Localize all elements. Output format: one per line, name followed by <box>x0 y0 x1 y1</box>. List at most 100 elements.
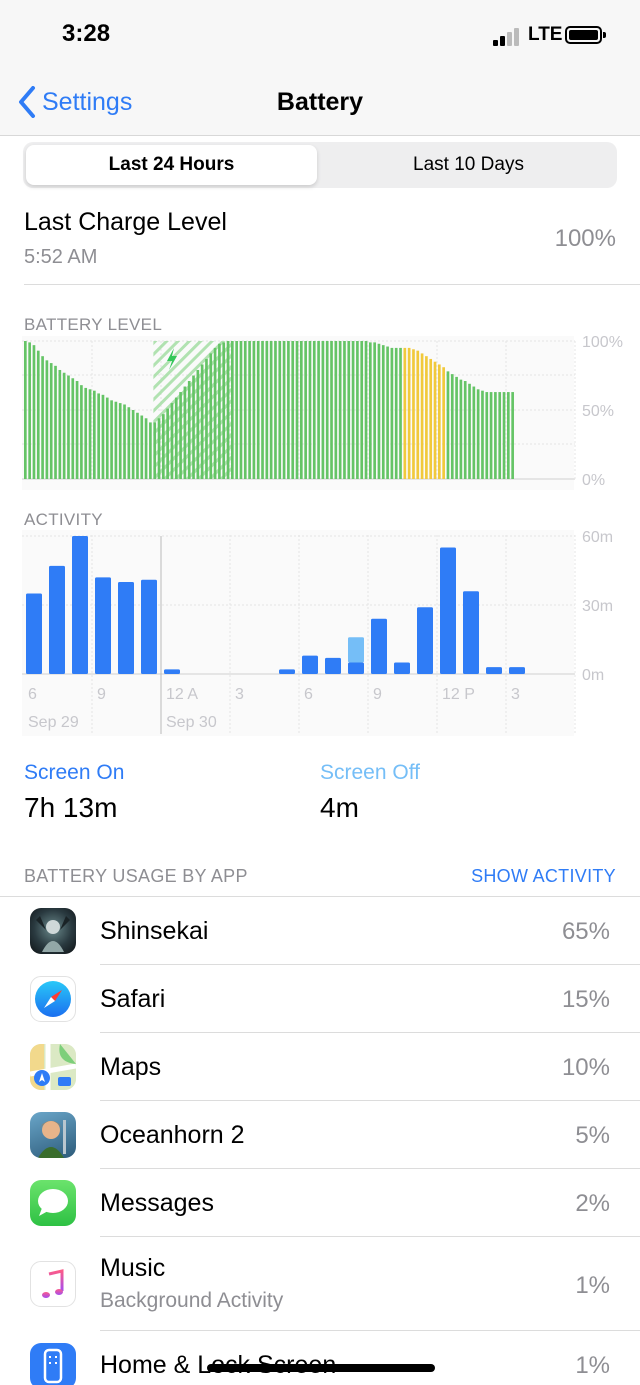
app-row-safari[interactable]: Safari 15% <box>0 965 640 1033</box>
activity-bar <box>371 618 387 674</box>
battery-bar <box>235 341 238 479</box>
home-indicator <box>207 1364 435 1372</box>
battery-bar <box>45 360 49 479</box>
battery-bar <box>265 341 269 479</box>
battery-bar <box>110 400 113 479</box>
battery-bar <box>364 341 368 479</box>
battery-bar <box>32 345 36 479</box>
status-time: 3:28 <box>62 20 111 47</box>
battery-bar <box>381 345 385 479</box>
battery-bar <box>300 341 303 479</box>
battery-bar <box>127 407 131 479</box>
battery-bar <box>407 347 411 479</box>
battery-bar <box>105 397 109 479</box>
battery-bar <box>394 347 398 479</box>
app-percentage: 5% <box>575 1122 610 1149</box>
battery-bar <box>330 341 333 479</box>
activity-bar <box>440 547 456 674</box>
network-type: LTE <box>528 24 563 45</box>
activity-bar <box>49 565 65 674</box>
app-percentage: 15% <box>561 986 610 1013</box>
activity-x-tick: 6 <box>304 686 313 703</box>
segment-last-10-days[interactable]: Last 10 Days <box>323 145 614 185</box>
battery-bar <box>41 356 44 479</box>
activity-bar <box>417 607 433 674</box>
activity-bar <box>72 536 88 674</box>
battery-bar <box>218 343 221 479</box>
battery-bar <box>153 422 157 479</box>
battery-bar <box>338 341 342 479</box>
activity-bar <box>348 662 364 674</box>
show-activity-button[interactable]: SHOW ACTIVITY <box>471 866 616 887</box>
battery-bar <box>498 392 502 479</box>
battery-y-tick: 0% <box>582 472 605 489</box>
battery-bar <box>369 342 372 479</box>
app-row-oceanhorn-2[interactable]: Oceanhorn 2 5% <box>0 1101 640 1169</box>
messages-icon <box>30 1180 76 1226</box>
app-row-home-lock-screen[interactable]: Home & Lock Screen 1% <box>0 1331 640 1385</box>
battery-bar <box>446 371 450 479</box>
battery-bar <box>36 350 40 479</box>
battery-bar <box>88 389 92 479</box>
activity-y-tick: 60m <box>582 530 613 546</box>
activity-bar <box>279 669 295 674</box>
activity-x-tick: 12 P <box>442 686 475 703</box>
activity-x-tick: 3 <box>511 686 520 703</box>
activity-date-label: Sep 30 <box>166 714 217 731</box>
battery-bar <box>377 343 381 479</box>
last-charge-title: Last Charge Level <box>24 208 227 236</box>
activity-bar <box>26 593 42 674</box>
page-title: Battery <box>276 88 364 116</box>
battery-bar <box>287 341 290 479</box>
activity-bar <box>486 667 502 674</box>
battery-bar <box>511 392 514 479</box>
battery-bar <box>231 341 234 479</box>
battery-bar <box>347 341 351 479</box>
battery-bar <box>49 363 53 479</box>
divider <box>24 284 640 285</box>
screen-off-value: 4m <box>320 792 359 823</box>
battery-bar <box>412 349 415 479</box>
segment-last-24-hours[interactable]: Last 24 Hours <box>26 145 317 185</box>
battery-y-tick: 100% <box>582 336 623 351</box>
music-icon <box>30 1261 76 1307</box>
oceanhorn-icon <box>30 1112 76 1158</box>
battery-bar <box>209 353 213 479</box>
battery-bar <box>136 412 139 479</box>
battery-bar <box>140 415 144 479</box>
app-row-shinsekai[interactable]: Shinsekai 65% <box>0 897 640 965</box>
maps-icon <box>30 1044 76 1090</box>
battery-bar <box>476 389 480 479</box>
battery-bar <box>192 375 195 479</box>
battery-bar <box>93 390 96 479</box>
battery-bar <box>58 369 62 479</box>
battery-bar <box>75 381 79 479</box>
battery-bar <box>442 367 445 479</box>
battery-bar <box>386 346 389 479</box>
cellular-signal-icon <box>493 26 523 46</box>
battery-bar <box>123 404 126 479</box>
battery-bar <box>420 353 424 479</box>
battery-bar <box>166 408 169 479</box>
battery-bar <box>114 401 118 479</box>
battery-bar <box>455 376 458 479</box>
battery-bar <box>438 364 441 479</box>
activity-bar <box>95 577 111 674</box>
app-row-messages[interactable]: Messages 2% <box>0 1169 640 1237</box>
battery-bar <box>507 392 510 479</box>
activity-y-tick: 30m <box>582 598 613 615</box>
battery-bar <box>243 341 247 479</box>
app-name: Music <box>100 1254 166 1282</box>
battery-bar <box>174 397 178 479</box>
battery-bar <box>390 347 394 479</box>
app-row-maps[interactable]: Maps 10% <box>0 1033 640 1101</box>
activity-date-label: Sep 29 <box>28 714 79 731</box>
activity-bar <box>141 579 157 674</box>
app-percentage: 2% <box>575 1190 610 1217</box>
battery-bar <box>213 347 217 479</box>
battery-status-icon <box>565 26 606 44</box>
app-row-music[interactable]: Music Background Activity 1% <box>0 1237 640 1331</box>
battery-bar <box>489 392 493 479</box>
battery-bar <box>282 341 286 479</box>
activity-x-tick: 12 A <box>166 686 198 703</box>
